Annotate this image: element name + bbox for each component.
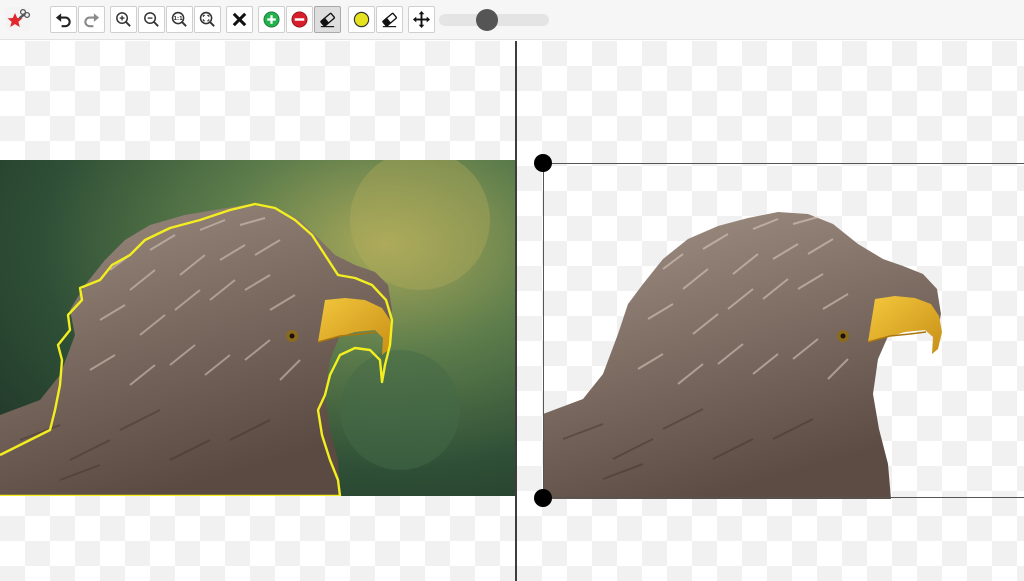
zoom-in-button[interactable] [110,6,137,33]
pan-button[interactable] [408,6,435,33]
zoom-fit-button[interactable] [194,6,221,33]
keep-marker-button[interactable] [258,6,285,33]
highlight-color-button[interactable] [348,6,375,33]
eraser-icon [320,12,336,28]
toolbar: 1:1 [0,0,1024,40]
crop-frame[interactable] [543,163,1024,498]
red-minus-icon [291,11,308,28]
remove-marker-button[interactable] [286,6,313,33]
zoom-out-icon [144,12,159,27]
eraser-alt-button[interactable] [376,6,403,33]
redo-arrow-icon [84,13,100,28]
eagle-photo[interactable] [0,160,515,496]
zoom-out-button[interactable] [138,6,165,33]
zoom-actual-size-button[interactable]: 1:1 [166,6,193,33]
close-x-icon [232,12,247,27]
redo-button[interactable] [78,6,105,33]
zoom-fit-icon [199,11,215,27]
scissors-star-logo-icon [5,6,31,32]
undo-button[interactable] [50,6,77,33]
clear-button[interactable] [226,6,253,33]
crop-handle-bottom-left[interactable] [534,489,552,507]
zoom-in-icon [116,12,131,27]
zoom-1-1-icon: 1:1 [171,11,187,27]
brush-size-slider[interactable] [439,9,549,31]
eraser-button[interactable] [314,6,341,33]
original-image-canvas[interactable] [0,41,515,581]
green-plus-icon [263,11,280,28]
crop-handle-top-left[interactable] [534,154,552,172]
slider-thumb[interactable] [476,9,498,31]
move-arrows-icon [412,10,431,29]
undo-arrow-icon [55,13,71,28]
yellow-circle-icon [353,11,370,28]
eraser-icon [382,12,398,28]
zoom-1-1-label: 1:1 [173,16,183,22]
